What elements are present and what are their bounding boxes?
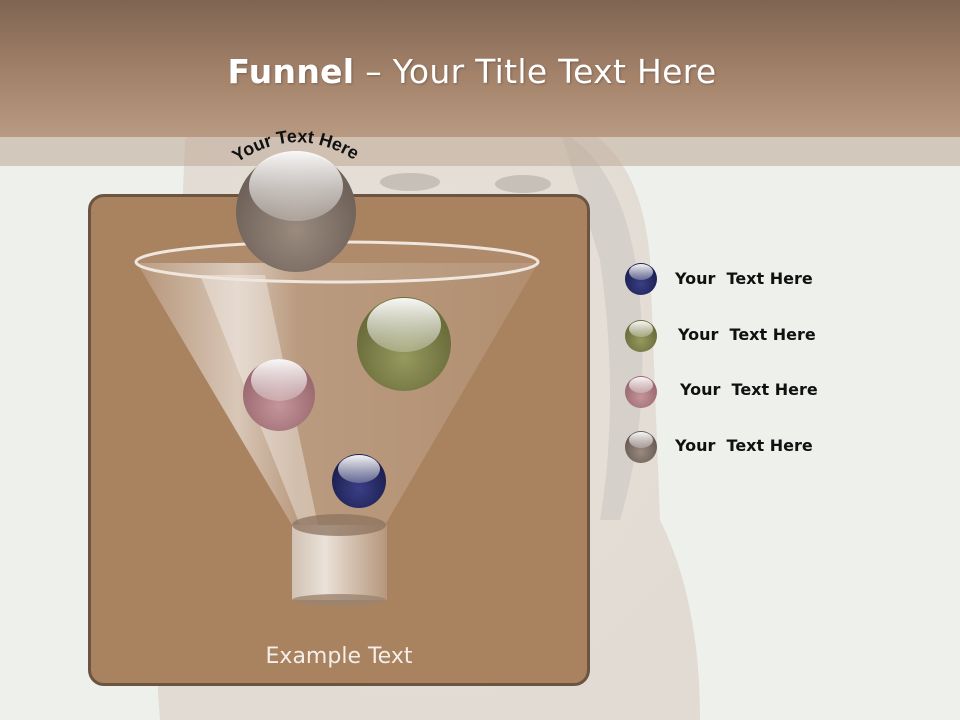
slide: Funnel – Your Title Text Here Your Text … [0, 0, 960, 720]
legend-label-4: Your Text Here [675, 436, 813, 455]
legend-rose-sphere-icon [625, 376, 657, 408]
legend-navy-sphere-icon [625, 263, 657, 295]
legend-olive-sphere-icon [625, 320, 657, 352]
legend-label-1: Your Text Here [675, 269, 813, 288]
olive-sphere-icon [357, 297, 451, 391]
funnel-graphic: Your Text Here [134, 126, 657, 606]
legend-label-3: Your Text Here [680, 380, 818, 399]
legend-label-2: Your Text Here [678, 325, 816, 344]
funnel-spout [292, 514, 387, 606]
navy-sphere-icon [332, 454, 386, 508]
panel-caption: Example Text [265, 644, 413, 669]
gray-sphere-icon [236, 151, 356, 272]
legend-taupe-sphere-icon [625, 431, 657, 463]
rose-sphere-icon [243, 359, 315, 431]
